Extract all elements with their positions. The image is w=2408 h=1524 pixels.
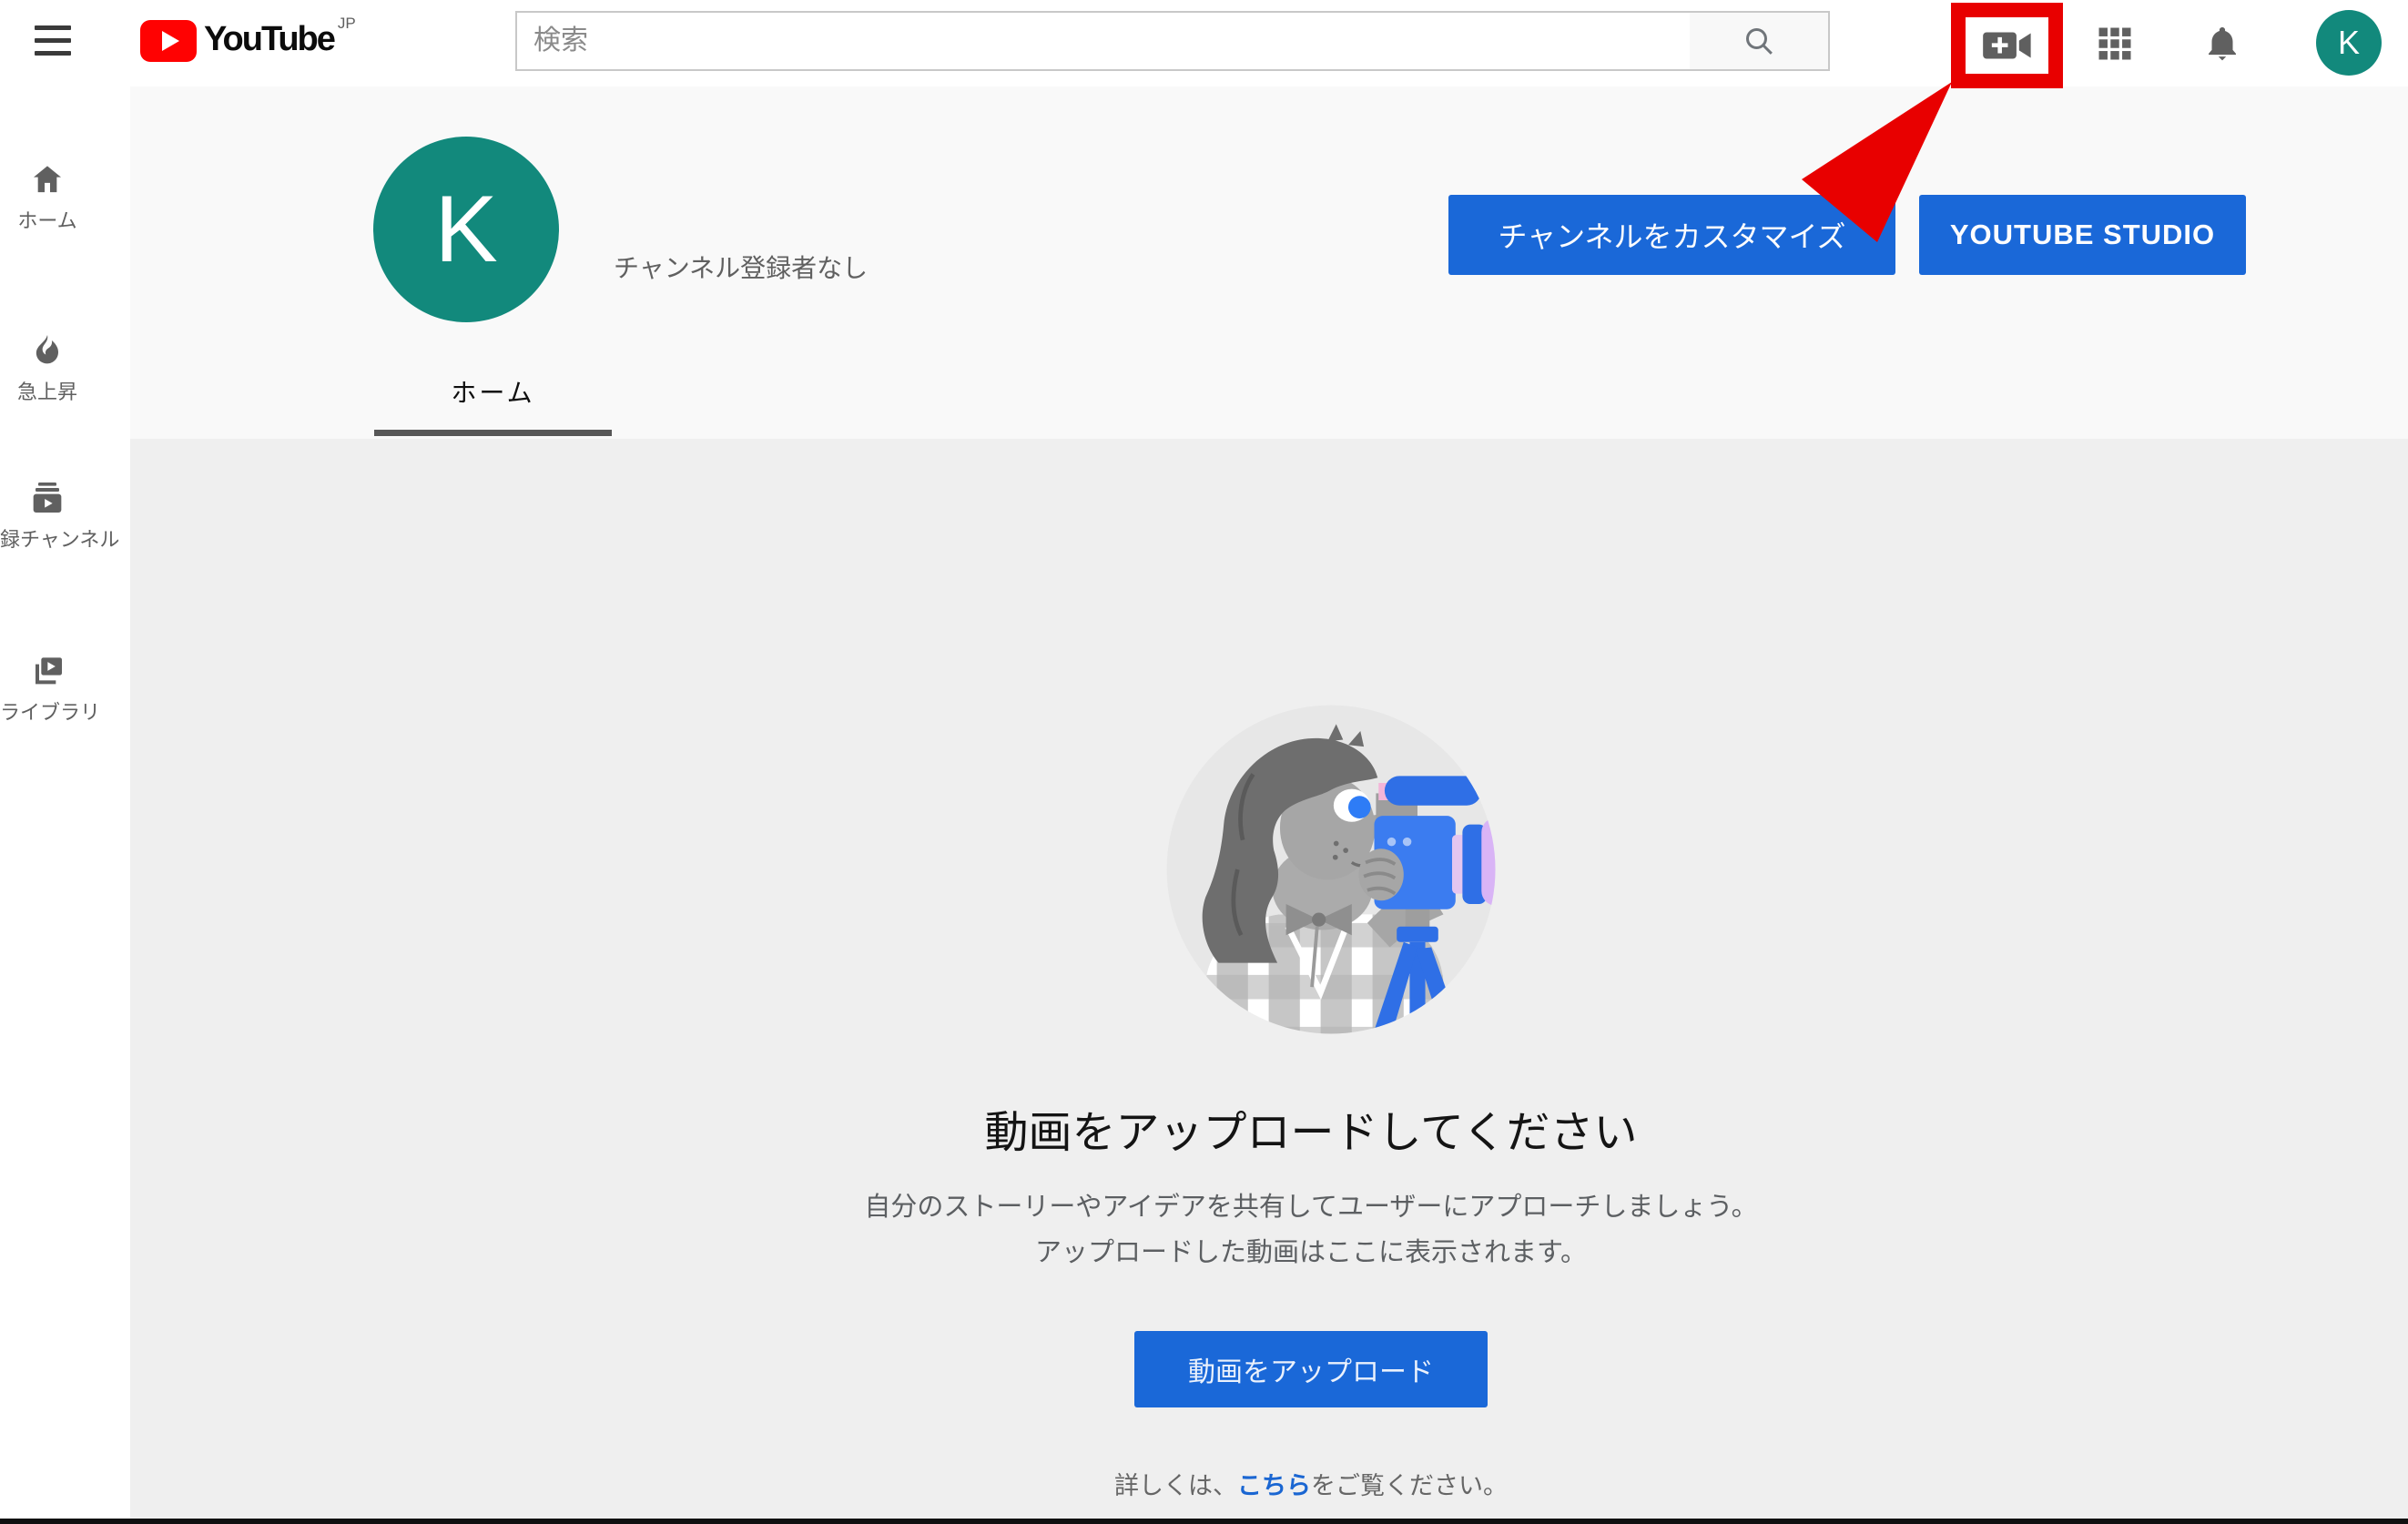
annotation-highlight-box [1951,3,2063,88]
account-avatar[interactable]: K [2316,10,2382,76]
home-icon [29,161,66,198]
youtube-play-icon [140,20,197,62]
avatar-letter: K [2338,24,2360,62]
sidebar-item-trending[interactable]: 急上昇 [0,329,95,405]
upload-video-button[interactable]: 動画をアップロード [1134,1331,1488,1407]
youtube-logo[interactable]: YouTube JP [140,16,356,62]
active-tab-underline [374,430,612,436]
channel-avatar-letter: K [434,176,497,284]
customize-channel-button[interactable]: チャンネルをカスタマイズ [1448,195,1895,275]
sidebar-item-home[interactable]: ホーム [0,157,95,234]
bell-icon[interactable] [2200,22,2244,66]
magnifier-icon [1741,23,1777,59]
video-create-icon [1981,25,2034,66]
sidebar-item-label: 急上昇 [0,376,95,405]
youtube-region-code: JP [338,15,356,33]
upload-illustration [1158,696,1504,1042]
sidebar-item-label: ホーム [0,205,95,234]
sidebar-item-subscriptions[interactable]: 録チャンネル [0,476,95,553]
hamburger-menu-icon[interactable] [35,25,71,60]
youtube-wordmark: YouTube [204,16,334,62]
search-button[interactable] [1690,11,1830,71]
youtube-studio-button[interactable]: YOUTUBE STUDIO [1919,195,2246,275]
empty-state-subtitle-1: 自分のストーリーやアイデアを共有してユーザーにアプローチしましょう。 [172,1185,2408,1224]
search-box [515,11,1692,71]
sidebar-item-label: 録チャンネル [0,523,95,553]
trending-icon [29,332,66,369]
channel-avatar[interactable]: K [373,137,559,322]
subscriptions-icon [29,480,66,516]
apps-grid-icon[interactable] [2093,22,2137,66]
tab-home[interactable]: ホーム [374,373,612,410]
sidebar-item-library[interactable]: ライブラリ [0,649,95,726]
sidebar: ホーム 急上昇 録チャンネル ライブラリ [0,86,130,1524]
sidebar-item-label: ライブラリ [0,696,95,726]
create-video-button[interactable] [1981,25,2034,66]
youtube-channel-page: YouTube JP K [0,0,2408,1524]
library-icon [29,653,66,689]
help-prefix: 詳しくは、 [1114,1472,1237,1499]
channel-content: 動画をアップロードしてください 自分のストーリーやアイデアを共有してユーザーにア… [130,439,2408,1524]
empty-state-title: 動画をアップロードしてください [172,1096,2408,1160]
help-suffix: をご覧ください。 [1311,1472,1508,1499]
subscriber-status: チャンネル登録者なし [614,249,868,285]
bottom-border-line [0,1519,2408,1524]
search-input[interactable] [517,25,1690,56]
channel-header: K チャンネル登録者なし チャンネルをカスタマイズ YOUTUBE STUDIO… [130,86,2408,439]
empty-state-subtitle-2: アップロードした動画はここに表示されます。 [172,1231,2408,1269]
help-link[interactable]: こちら [1237,1472,1311,1499]
help-line: 詳しくは、こちらをご覧ください。 [172,1466,2408,1501]
